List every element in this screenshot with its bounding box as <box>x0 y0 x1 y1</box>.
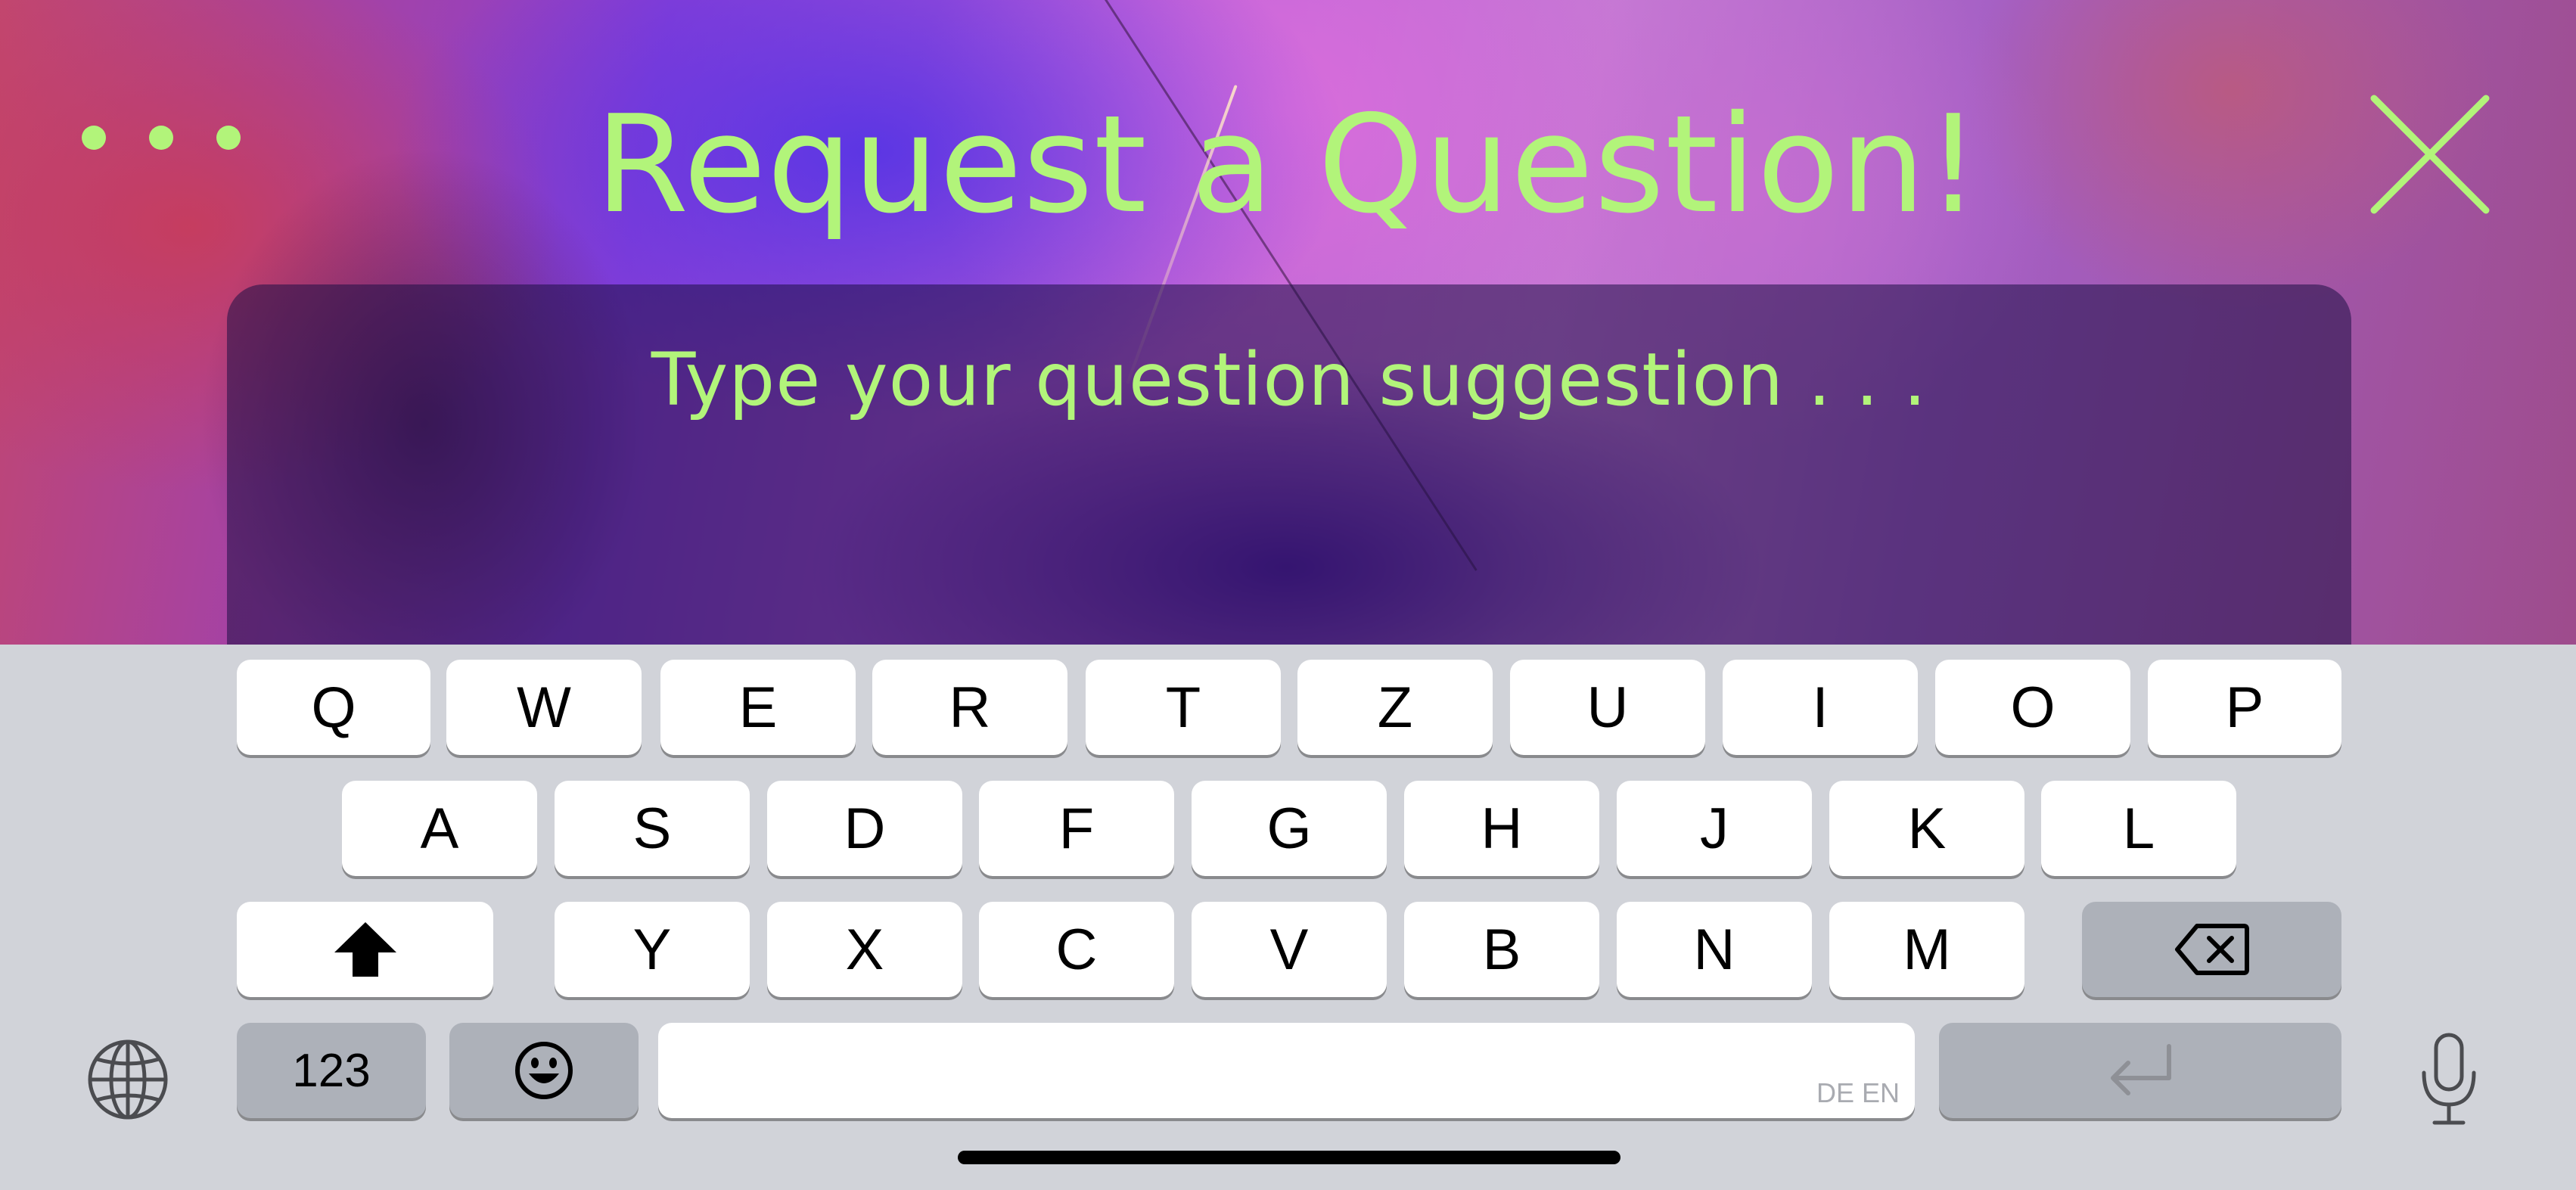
close-button[interactable] <box>2368 92 2492 216</box>
key-r[interactable]: R <box>872 660 1067 755</box>
key-m[interactable]: M <box>1829 902 2024 997</box>
key-y[interactable]: Y <box>555 902 750 997</box>
key-c[interactable]: C <box>979 902 1174 997</box>
shift-key[interactable] <box>237 902 493 997</box>
key-n[interactable]: N <box>1617 902 1812 997</box>
globe-icon <box>88 1039 168 1120</box>
key-f[interactable]: F <box>979 781 1174 876</box>
key-a[interactable]: A <box>342 781 537 876</box>
return-key[interactable] <box>1939 1023 2341 1118</box>
delete-key[interactable] <box>2082 902 2341 997</box>
key-v[interactable]: V <box>1192 902 1387 997</box>
question-input-field[interactable]: Type your question suggestion . . . <box>227 284 2351 645</box>
key-e[interactable]: E <box>660 660 856 755</box>
key-o[interactable]: O <box>1935 660 2130 755</box>
globe-button[interactable] <box>86 1038 169 1121</box>
key-w[interactable]: W <box>446 660 642 755</box>
return-arrow-icon <box>2111 1044 2171 1095</box>
delete-backspace-icon <box>2174 924 2249 975</box>
key-b[interactable]: B <box>1404 902 1599 997</box>
key-t[interactable]: T <box>1086 660 1281 755</box>
key-q[interactable]: Q <box>237 660 430 755</box>
dictation-button[interactable] <box>2416 1032 2481 1127</box>
space-bar[interactable]: DE EN <box>658 1023 1915 1118</box>
home-indicator[interactable] <box>958 1151 1620 1164</box>
numbers-key[interactable]: 123 <box>237 1023 426 1118</box>
page-title: Request a Question! <box>595 86 1981 243</box>
language-hint: DE EN <box>1816 1077 1900 1108</box>
key-z[interactable]: Z <box>1297 660 1493 755</box>
shift-arrow-icon <box>334 922 396 977</box>
key-s[interactable]: S <box>555 781 750 876</box>
key-i[interactable]: I <box>1723 660 1918 755</box>
question-input-placeholder: Type your question suggestion . . . <box>651 337 1928 422</box>
key-k[interactable]: K <box>1829 781 2024 876</box>
key-p[interactable]: P <box>2148 660 2341 755</box>
emoji-key[interactable] <box>449 1023 639 1118</box>
key-h[interactable]: H <box>1404 781 1599 876</box>
key-g[interactable]: G <box>1192 781 1387 876</box>
emoji-smiley-icon <box>515 1042 573 1099</box>
key-u[interactable]: U <box>1510 660 1705 755</box>
key-d[interactable]: D <box>767 781 962 876</box>
close-x-icon <box>2370 95 2490 214</box>
key-x[interactable]: X <box>767 902 962 997</box>
key-j[interactable]: J <box>1617 781 1812 876</box>
key-l[interactable]: L <box>2041 781 2236 876</box>
microphone-icon <box>2422 1033 2476 1125</box>
